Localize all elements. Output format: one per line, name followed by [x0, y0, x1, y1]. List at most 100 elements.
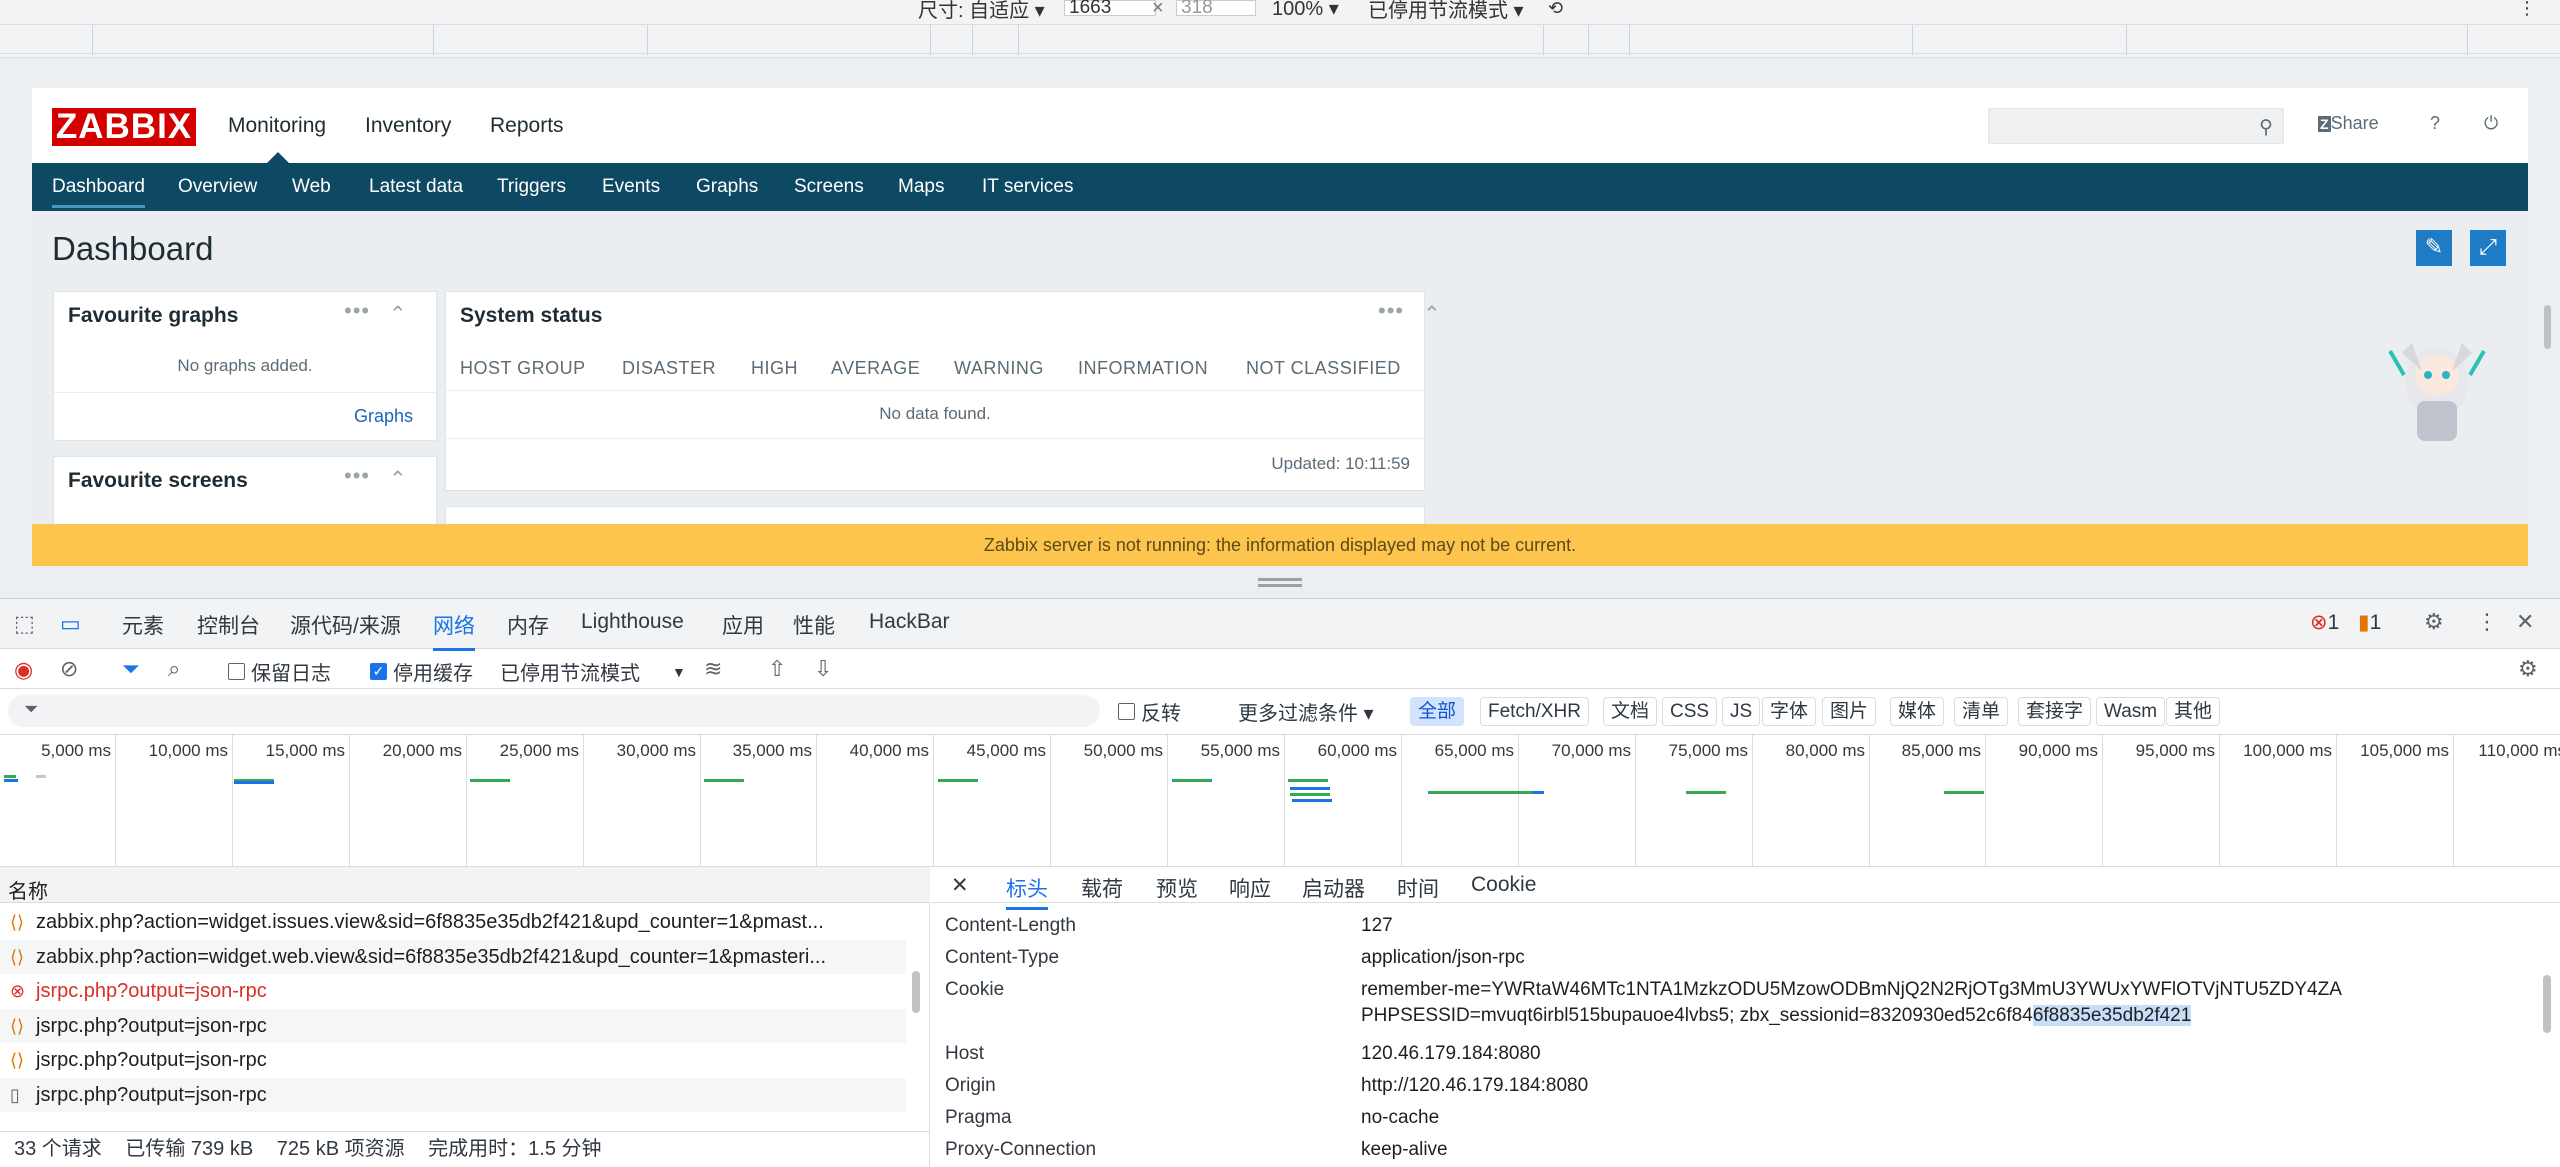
tab-headers[interactable]: 标头 [1006, 873, 1048, 910]
collapse-icon[interactable]: ⌃ [389, 302, 407, 327]
widget-menu-icon[interactable]: ••• [344, 298, 370, 324]
nav-reports[interactable]: Reports [490, 114, 564, 138]
tab-elements[interactable]: 元素 [122, 610, 164, 640]
tab-initiator[interactable]: 启动器 [1302, 873, 1365, 903]
filter-doc[interactable]: 文档 [1603, 697, 1658, 726]
throttle-dropdown[interactable]: 已停用节流模式 ▼ [500, 657, 686, 686]
tab-hackbar[interactable]: HackBar [869, 610, 950, 634]
filter-input[interactable]: ⏷ [8, 695, 1100, 727]
fullscreen-icon[interactable]: ⤢ [2470, 230, 2506, 266]
preserve-log-checkbox[interactable]: 保留日志 [228, 657, 331, 686]
collapse-icon[interactable]: ⌃ [1423, 302, 1441, 327]
zabbix-logo[interactable]: ZABBIX [52, 108, 196, 146]
settings-icon[interactable]: ⚙ [2424, 609, 2444, 635]
zoom-select[interactable]: 100% ▾ [1272, 0, 1339, 20]
tab-cookies[interactable]: Cookie [1471, 873, 1536, 897]
network-conditions-icon[interactable]: ≋ [704, 656, 722, 682]
widget-menu-icon[interactable]: ••• [1378, 298, 1404, 324]
request-row[interactable]: ⟨⟩ jsrpc.php?output=json-rpc [0, 1043, 906, 1077]
tab-network[interactable]: 网络 [433, 610, 475, 651]
clear-icon[interactable]: ⊘ [60, 656, 78, 682]
subnav-web[interactable]: Web [292, 176, 331, 198]
tab-lighthouse[interactable]: Lighthouse [581, 610, 684, 634]
request-row[interactable]: ▯ jsrpc.php?output=json-rpc [0, 1077, 906, 1112]
subnav-maps[interactable]: Maps [898, 176, 944, 198]
filter-font[interactable]: 字体 [1762, 697, 1817, 726]
record-icon[interactable]: ◉ [14, 657, 33, 683]
header-value[interactable]: application/json-rpc [1361, 947, 1525, 969]
tab-memory[interactable]: 内存 [507, 610, 549, 640]
search-input[interactable]: ⚲ [1988, 108, 2284, 144]
nav-inventory[interactable]: Inventory [365, 114, 451, 138]
graphs-link[interactable]: Graphs [354, 406, 413, 427]
filter-all[interactable]: 全部 [1410, 697, 1465, 726]
tab-preview[interactable]: 预览 [1156, 873, 1198, 903]
subnav-dashboard[interactable]: Dashboard [52, 176, 145, 208]
resize-handle[interactable] [1258, 578, 1302, 588]
import-har-icon[interactable]: ⇧ [768, 656, 786, 682]
filter-js[interactable]: JS [1722, 697, 1761, 726]
header-value[interactable]: remember-me=YWRtaW46MTc1NTA1MzkzODU5Mzow… [1361, 979, 2342, 1001]
close-devtools-icon[interactable]: ✕ [2516, 609, 2534, 635]
filter-socket[interactable]: 套接字 [2018, 697, 2092, 726]
header-value[interactable]: 127 [1361, 915, 1393, 937]
filter-icon[interactable]: ⏷ [122, 656, 140, 682]
logout-icon[interactable]: ⏻ [2484, 113, 2498, 134]
header-value-continued[interactable]: PHPSESSID=mvuqt6irbl515bupauoe4lvbs5; zb… [1361, 1005, 2192, 1027]
filter-css[interactable]: CSS [1662, 697, 1718, 726]
disable-cache-checkbox[interactable]: ✓ 停用缓存 [370, 657, 473, 686]
more-icon[interactable]: ⋮ [2476, 609, 2498, 635]
rotate-icon[interactable]: ⟲ [1548, 0, 1563, 18]
subnav-screens[interactable]: Screens [794, 176, 864, 198]
height-input[interactable]: 318 [1176, 0, 1256, 17]
width-input[interactable]: 1663 [1064, 0, 1156, 17]
filter-wasm[interactable]: Wasm [2096, 697, 2166, 726]
request-list-scrollbar[interactable] [912, 971, 920, 1013]
filter-fetch-xhr[interactable]: Fetch/XHR [1480, 697, 1589, 726]
header-value[interactable]: keep-alive [1361, 1139, 1448, 1161]
filter-other[interactable]: 其他 [2166, 697, 2221, 726]
widget-menu-icon[interactable]: ••• [344, 463, 370, 489]
tab-console[interactable]: 控制台 [197, 610, 260, 640]
error-count[interactable]: ⊗1 [2310, 610, 2339, 635]
tab-sources[interactable]: 源代码/来源 [290, 610, 401, 640]
request-row[interactable]: ⟨⟩ zabbix.php?action=widget.web.view&sid=… [0, 939, 906, 974]
tab-timing[interactable]: 时间 [1397, 873, 1439, 903]
search-icon[interactable]: ⌕ [168, 656, 180, 682]
viewport-scrollbar[interactable] [2544, 305, 2551, 349]
header-value[interactable]: 120.46.179.184:8080 [1361, 1043, 1541, 1065]
header-value[interactable]: no-cache [1361, 1107, 1439, 1129]
network-settings-icon[interactable]: ⚙ [2518, 656, 2538, 682]
edit-dashboard-icon[interactable]: ✎ [2416, 230, 2452, 266]
invert-checkbox[interactable]: 反转 [1118, 697, 1181, 726]
network-timeline[interactable]: 5,000 ms 10,000 ms 15,000 ms 20,000 ms 25,00… [0, 735, 2560, 867]
header-value[interactable]: http://120.46.179.184:8080 [1361, 1075, 1588, 1097]
share-button[interactable]: Z Share [2318, 113, 2379, 134]
tab-payload[interactable]: 载荷 [1081, 873, 1123, 903]
filter-img[interactable]: 图片 [1822, 697, 1877, 726]
collapse-icon[interactable]: ⌃ [389, 467, 407, 492]
dimensions-select[interactable]: 尺寸: 自适应 ▾ [918, 0, 1045, 22]
help-button[interactable]: ? [2430, 113, 2440, 134]
subnav-overview[interactable]: Overview [178, 176, 257, 198]
device-toggle-icon[interactable]: ▭ [60, 611, 81, 637]
name-column-header[interactable]: 名称 [0, 867, 930, 903]
filter-manifest[interactable]: 清单 [1954, 697, 2009, 726]
subnav-it-services[interactable]: IT services [982, 176, 1074, 198]
request-row[interactable]: ⟨⟩ jsrpc.php?output=json-rpc [0, 1008, 906, 1043]
subnav-latest-data[interactable]: Latest data [369, 176, 463, 198]
export-har-icon[interactable]: ⇩ [814, 656, 832, 682]
details-scrollbar[interactable] [2543, 975, 2551, 1033]
tab-performance[interactable]: 性能 [793, 610, 835, 640]
request-row[interactable]: ⟨⟩ zabbix.php?action=widget.issues.view&s… [0, 905, 906, 939]
throttle-select[interactable]: 已停用节流模式 ▾ [1368, 0, 1524, 22]
request-row[interactable]: ⊗ jsrpc.php?output=json-rpc [0, 974, 906, 1008]
subnav-triggers[interactable]: Triggers [497, 176, 566, 198]
inspect-icon[interactable]: ⬚ [14, 611, 35, 637]
more-filters-dropdown[interactable]: 更多过滤条件 ▾ [1238, 697, 1374, 726]
close-details-icon[interactable]: ✕ [951, 873, 969, 898]
subnav-graphs[interactable]: Graphs [696, 176, 758, 198]
nav-monitoring[interactable]: Monitoring [228, 114, 326, 138]
filter-media[interactable]: 媒体 [1890, 697, 1945, 726]
tab-application[interactable]: 应用 [722, 610, 764, 640]
